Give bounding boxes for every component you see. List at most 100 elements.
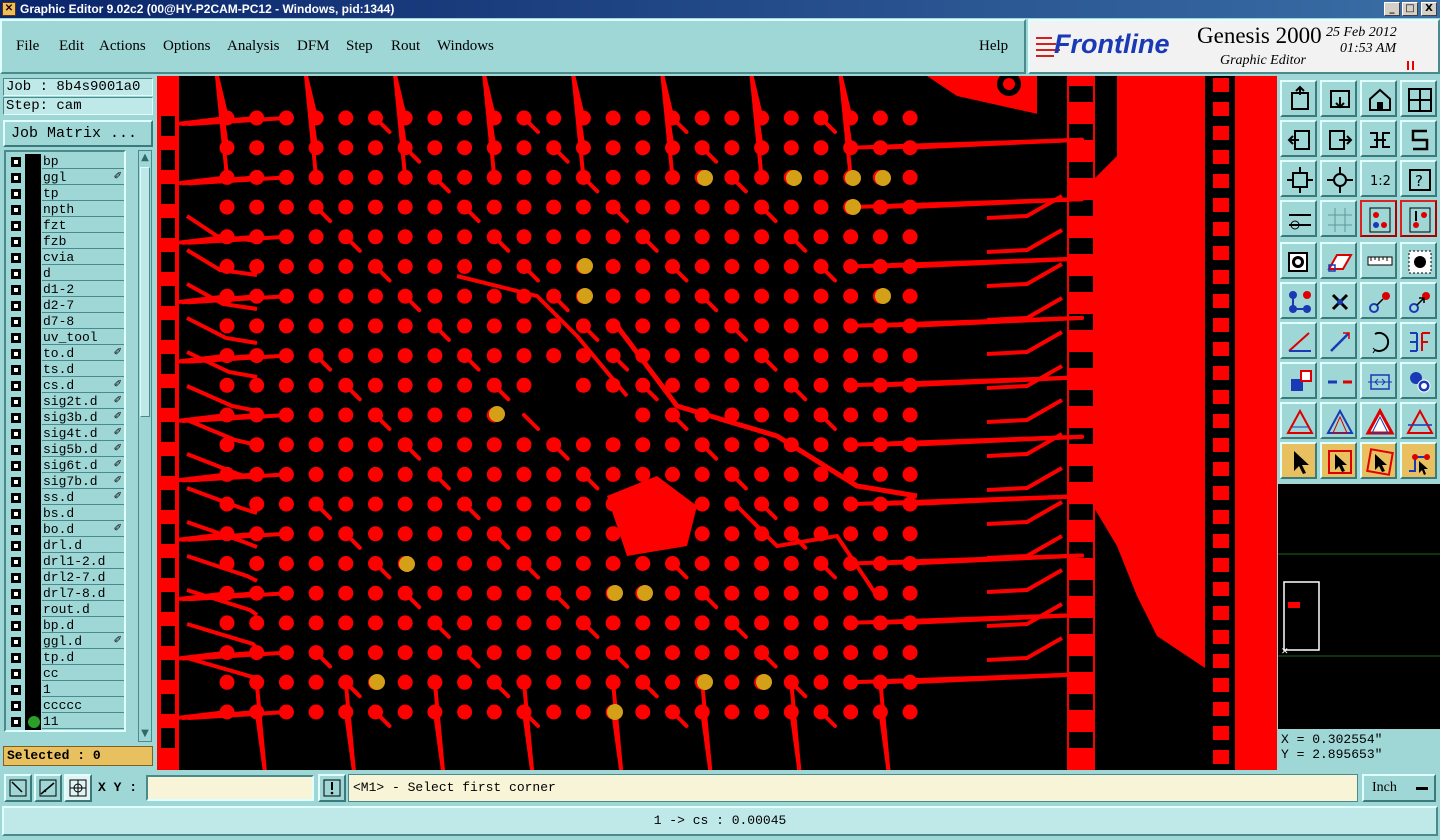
pad[interactable] — [694, 199, 710, 215]
layer-checkbox[interactable] — [11, 413, 21, 423]
pad[interactable] — [338, 496, 354, 512]
pad[interactable] — [427, 259, 443, 274]
bus-cutout[interactable] — [1069, 504, 1093, 520]
pad[interactable] — [635, 437, 651, 453]
pad[interactable] — [278, 496, 294, 512]
pad[interactable] — [278, 199, 294, 215]
pad[interactable] — [219, 110, 235, 126]
pad[interactable] — [368, 466, 383, 482]
pad[interactable] — [457, 348, 473, 364]
edge-pad[interactable] — [1213, 294, 1229, 308]
layer-name[interactable]: bp — [42, 154, 124, 169]
layer-name[interactable]: to.d ✐ — [42, 346, 124, 361]
pad[interactable] — [575, 585, 591, 601]
pad[interactable] — [724, 377, 740, 393]
layer-color-swatch[interactable] — [25, 698, 41, 714]
pad[interactable] — [605, 437, 621, 453]
layer-name[interactable]: drl7-8.d — [42, 586, 124, 601]
pad[interactable] — [872, 318, 888, 334]
pad[interactable] — [457, 110, 473, 126]
triangle-button[interactable] — [1280, 402, 1317, 439]
pad[interactable] — [457, 288, 473, 304]
pad[interactable] — [546, 615, 562, 631]
plane-cutout[interactable] — [161, 388, 175, 408]
layer-checkbox[interactable] — [11, 317, 21, 327]
layer-row[interactable]: bo.d ✐ — [6, 522, 124, 538]
pad[interactable] — [575, 140, 591, 156]
pad[interactable] — [546, 437, 562, 453]
layer-checkbox[interactable] — [11, 381, 21, 391]
pad[interactable] — [843, 585, 859, 601]
pad[interactable] — [813, 585, 829, 601]
copy-button[interactable] — [1400, 282, 1437, 319]
pad[interactable] — [575, 466, 591, 482]
layer-color-swatch[interactable] — [25, 650, 41, 666]
pad[interactable] — [783, 437, 799, 453]
layer-name[interactable]: 1 — [42, 682, 124, 697]
pad[interactable] — [486, 496, 502, 512]
layer-name[interactable]: ggl ✐ — [42, 170, 124, 185]
pad[interactable] — [338, 229, 354, 245]
pad[interactable] — [724, 615, 740, 631]
pad[interactable] — [249, 466, 265, 482]
scrollbar-thumb[interactable] — [140, 167, 150, 417]
pad[interactable] — [575, 110, 591, 126]
pad[interactable] — [694, 526, 710, 542]
pad[interactable] — [872, 140, 888, 156]
plane-cutout[interactable] — [161, 184, 175, 204]
edge-pad[interactable] — [1213, 654, 1229, 668]
pad[interactable] — [278, 288, 294, 304]
layer-checkbox[interactable] — [11, 189, 21, 199]
pad[interactable] — [249, 674, 265, 690]
edge-pad[interactable] — [1213, 582, 1229, 596]
pad[interactable] — [575, 437, 591, 453]
pad[interactable] — [575, 348, 591, 364]
menu-windows[interactable]: Windows — [437, 38, 494, 55]
drill-pad[interactable] — [875, 288, 891, 304]
pad[interactable] — [219, 377, 235, 393]
layer-name[interactable]: 11 — [42, 714, 124, 729]
pad[interactable] — [516, 110, 532, 126]
pad[interactable] — [605, 110, 621, 126]
pad[interactable] — [249, 496, 265, 512]
pad[interactable] — [902, 110, 918, 126]
pad[interactable] — [308, 259, 324, 274]
layer-color-swatch[interactable] — [25, 298, 41, 314]
pointer-button[interactable] — [1280, 442, 1317, 479]
pad[interactable] — [338, 556, 354, 571]
layer-name[interactable]: d7-8 — [42, 314, 124, 329]
layer-checkbox[interactable] — [11, 589, 21, 599]
layer-row[interactable]: bp — [6, 154, 124, 170]
pad[interactable] — [427, 437, 443, 453]
edge-pad[interactable] — [1213, 246, 1229, 260]
layer-checkbox[interactable] — [11, 701, 21, 711]
edge-pad[interactable] — [1213, 558, 1229, 572]
copper-pour[interactable] — [607, 476, 697, 556]
plane-cutout[interactable] — [161, 626, 175, 646]
layer-checkbox[interactable] — [11, 717, 21, 727]
pad[interactable] — [665, 496, 680, 512]
xy-input[interactable] — [146, 775, 314, 801]
layer-color-swatch[interactable] — [25, 458, 41, 474]
measure-button[interactable] — [34, 774, 62, 802]
pad[interactable] — [278, 348, 294, 364]
pad[interactable] — [308, 229, 324, 245]
pad[interactable] — [635, 407, 651, 423]
layer-color-swatch[interactable] — [25, 346, 41, 362]
pad[interactable] — [843, 437, 859, 453]
pad[interactable] — [486, 585, 502, 601]
pad[interactable] — [665, 556, 680, 571]
pad[interactable] — [308, 348, 324, 364]
drill-pad[interactable] — [697, 170, 713, 186]
pad[interactable] — [249, 615, 265, 631]
layer-name[interactable]: sig2t.d ✐ — [42, 394, 124, 409]
layer-row[interactable]: sig3b.d ✐ — [6, 410, 124, 426]
pad[interactable] — [546, 229, 562, 245]
pad[interactable] — [278, 645, 294, 661]
layer-row[interactable]: ggl ✐ — [6, 170, 124, 186]
pad[interactable] — [635, 229, 651, 245]
edge-pad[interactable] — [1213, 486, 1229, 500]
pad[interactable] — [665, 229, 680, 245]
layer-row[interactable]: ss.d ✐ — [6, 490, 124, 506]
pad[interactable] — [813, 437, 829, 453]
